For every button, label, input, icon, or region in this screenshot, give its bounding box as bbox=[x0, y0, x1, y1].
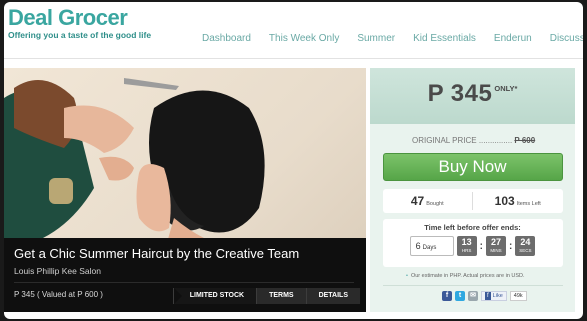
buy-now-button[interactable]: Buy Now bbox=[382, 153, 563, 181]
twitter-icon[interactable]: t bbox=[455, 291, 465, 301]
price-note: P 345 ( Valued at P 600 ) bbox=[14, 290, 103, 299]
items-left-stat: 103 Items Left bbox=[472, 192, 563, 210]
like-button[interactable]: f Like bbox=[481, 291, 507, 301]
nav-this-week-only[interactable]: This Week Only bbox=[269, 33, 339, 44]
timer-label: Time left before offer ends: bbox=[424, 223, 521, 232]
deal-title[interactable]: Get a Chic Summer Haircut by the Creativ… bbox=[14, 246, 299, 261]
tab-terms[interactable]: TERMS bbox=[256, 288, 306, 304]
countdown-timer: Time left before offer ends: 6 Days 13 HRS… bbox=[382, 219, 563, 267]
original-price-label: ORIGINAL PRICE ............... bbox=[412, 136, 513, 145]
timer-colon: : bbox=[509, 240, 513, 252]
main-nav: Dashboard This Week Only Summer Kid Esse… bbox=[202, 33, 583, 44]
price-box: P 345 ONLY* bbox=[370, 68, 575, 124]
original-price-value: P 600 bbox=[514, 136, 536, 145]
timer-days: 6 Days bbox=[409, 236, 454, 256]
bought-label: Bought bbox=[426, 201, 444, 207]
timer-row: 6 Days 13 HRS : 27 MINS : 24 SECS bbox=[383, 236, 563, 256]
deal-sidebar: P 345 ONLY* ORIGINAL PRICE ..............… bbox=[370, 68, 575, 312]
items-left-label: Items Left bbox=[516, 201, 541, 207]
logo-text: Deal Grocer bbox=[8, 5, 128, 30]
bought-stat: 47 Bought bbox=[383, 192, 473, 210]
bought-count: 47 bbox=[410, 194, 425, 208]
nav-kid-essentials[interactable]: Kid Essentials bbox=[413, 33, 476, 44]
timer-colon: : bbox=[479, 240, 483, 252]
nav-dashboard[interactable]: Dashboard bbox=[202, 33, 251, 44]
share-bar: f t ✉ f Like 49k bbox=[442, 291, 575, 301]
original-price: ORIGINAL PRICE ............... P 600 bbox=[412, 136, 575, 145]
items-left-count: 103 bbox=[494, 194, 515, 208]
limited-stock-badge: LIMITED STOCK bbox=[172, 288, 257, 304]
nav-summer[interactable]: Summer bbox=[357, 33, 395, 44]
mail-icon[interactable]: ✉ bbox=[468, 291, 478, 301]
timer-minutes: 27 MINS bbox=[486, 236, 506, 256]
like-count: 49k bbox=[509, 291, 527, 301]
facebook-like-icon: f bbox=[485, 292, 491, 300]
currency-note: Our estimate in PHP. Actual prices are i… bbox=[406, 273, 575, 279]
tab-details[interactable]: DETAILS bbox=[305, 288, 360, 304]
share-divider bbox=[382, 285, 563, 286]
deal-tabs: LIMITED STOCK TERMS DETAILS bbox=[172, 288, 360, 304]
deal-price: P 345 bbox=[427, 80, 493, 107]
nav-discussions[interactable]: Discussions bbox=[550, 33, 583, 44]
timer-hours: 13 HRS bbox=[456, 236, 477, 256]
nav-enderun[interactable]: Enderun bbox=[494, 33, 532, 44]
deal-stats: 47 Bought 103 Items Left bbox=[382, 189, 563, 213]
facebook-icon[interactable]: f bbox=[442, 291, 452, 301]
logo[interactable]: Deal Grocer Offering you a taste of the … bbox=[8, 5, 151, 40]
timer-seconds: 24 SECS bbox=[515, 236, 536, 256]
only-label: ONLY* bbox=[494, 84, 518, 93]
header-divider bbox=[4, 58, 583, 59]
tagline: Offering you a taste of the good life bbox=[8, 30, 152, 40]
deal-caption: Get a Chic Summer Haircut by the Creativ… bbox=[4, 238, 366, 312]
merchant-name[interactable]: Louis Phillip Kee Salon bbox=[14, 266, 101, 276]
caption-divider bbox=[14, 282, 354, 283]
